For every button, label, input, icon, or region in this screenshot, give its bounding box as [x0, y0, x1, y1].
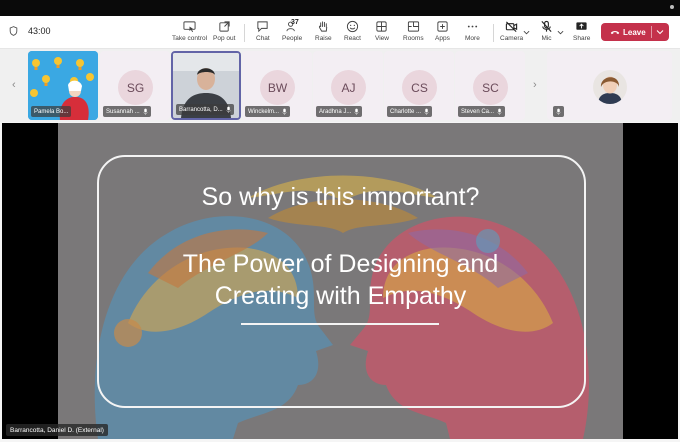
avatar: BW [260, 70, 295, 105]
mic-muted-icon [226, 106, 231, 113]
mic-off-icon [541, 20, 552, 32]
avatar: AJ [331, 70, 366, 105]
mic-muted-icon [424, 108, 429, 115]
mic-muted-icon [354, 108, 359, 115]
participant-name-tag: Pamela Bo... [31, 106, 72, 117]
meeting-timer: 43:00 [9, 26, 51, 36]
self-mic-tag [553, 106, 564, 117]
rooms-button[interactable]: Rooms [403, 20, 424, 42]
participant-tile[interactable]: Pamela Bo... [28, 51, 98, 120]
presentation-slide: So why is this important? The Power of D… [58, 123, 623, 439]
participant-name-tag: Steven Ca... [458, 106, 506, 117]
hand-icon [318, 21, 328, 32]
window-top-bar [0, 0, 680, 16]
camera-button[interactable]: Camera [500, 20, 523, 42]
smiley-icon [346, 20, 359, 33]
participant-name-tag: Susannah ... [103, 106, 151, 117]
shared-screen: So why is this important? The Power of D… [2, 123, 678, 439]
raise-hand-button[interactable]: Raise [315, 20, 332, 42]
participant-tile[interactable]: CS Charlotte ... [384, 51, 454, 120]
timer-text: 43:00 [28, 26, 51, 36]
apps-button[interactable]: Apps [435, 20, 450, 42]
participant-strip: ‹ Pamela Bo... SG Susannah ... Barrancot… [0, 49, 680, 122]
participant-name-tag: Winckelm... [245, 106, 291, 117]
phone-hangup-icon [610, 30, 620, 35]
strip-right-arrow-icon[interactable]: › [533, 79, 537, 91]
chat-button[interactable]: Chat [256, 20, 270, 42]
avatar: SC [473, 70, 508, 105]
participant-tile[interactable]: Barrancotta, D... [171, 51, 241, 120]
toolbar-divider [244, 24, 245, 42]
participant-tile[interactable]: SC Steven Ca... [455, 51, 525, 120]
view-button[interactable]: View [375, 20, 389, 42]
participant-name-tag: Charlotte ... [387, 106, 433, 117]
self-video-tile[interactable] [547, 51, 672, 120]
self-avatar [593, 70, 627, 104]
camera-chevron-down-icon[interactable] [523, 29, 530, 36]
mic-muted-icon [497, 108, 502, 115]
ellipsis-icon [467, 25, 478, 28]
participant-name-tag: Aradhna J... [316, 106, 363, 117]
slide-subtitle-line1: The Power of Designing and [182, 250, 499, 278]
more-button[interactable]: More [465, 20, 480, 42]
presenter-name-tag: Barrancotta, Daniel D. (External) [6, 424, 108, 436]
mic-chevron-down-icon[interactable] [557, 29, 564, 36]
toolbar-divider [493, 24, 494, 42]
take-control-button[interactable]: Take control [172, 20, 207, 42]
shield-icon [9, 26, 18, 36]
leave-chevron-down-icon[interactable] [656, 28, 664, 36]
status-dot [670, 5, 674, 9]
share-icon [576, 22, 587, 30]
leave-divider [651, 26, 652, 38]
plus-square-icon [437, 21, 448, 32]
share-button[interactable]: Share [573, 20, 590, 42]
mic-button[interactable]: Mic [540, 20, 553, 42]
pop-out-icon [219, 21, 230, 32]
slide-title: So why is this important? [201, 183, 480, 211]
react-button[interactable]: React [344, 20, 361, 42]
leave-button[interactable]: Leave [601, 23, 669, 41]
slide-subtitle-line2: Creating with Empathy [214, 282, 467, 310]
participant-name-tag: Barrancotta, D... [176, 104, 234, 115]
mic-muted-icon [143, 108, 148, 115]
camera-off-icon [505, 21, 518, 33]
participant-tile[interactable]: BW Winckelm... [242, 51, 312, 120]
pop-out-button[interactable]: Pop out [213, 20, 235, 42]
avatar: CS [402, 70, 437, 105]
meeting-toolbar: 43:00 Take control Pop out Chat 37 Peopl… [0, 16, 680, 49]
mic-muted-icon [282, 108, 287, 115]
slide-underline [241, 323, 439, 325]
strip-left-arrow-icon[interactable]: ‹ [12, 79, 16, 91]
people-button[interactable]: 37 People [282, 19, 302, 42]
people-count-badge: 37 [291, 19, 299, 26]
chat-icon [257, 21, 268, 33]
mic-muted-icon [556, 108, 561, 115]
take-control-icon [183, 21, 196, 33]
participant-tile[interactable]: AJ Aradhna J... [313, 51, 383, 120]
avatar: SG [118, 70, 153, 105]
rooms-icon [407, 21, 419, 32]
grid-view-icon [376, 21, 388, 32]
participant-tile[interactable]: SG Susannah ... [100, 51, 170, 120]
teams-meeting-window: 43:00 Take control Pop out Chat 37 Peopl… [0, 0, 680, 442]
